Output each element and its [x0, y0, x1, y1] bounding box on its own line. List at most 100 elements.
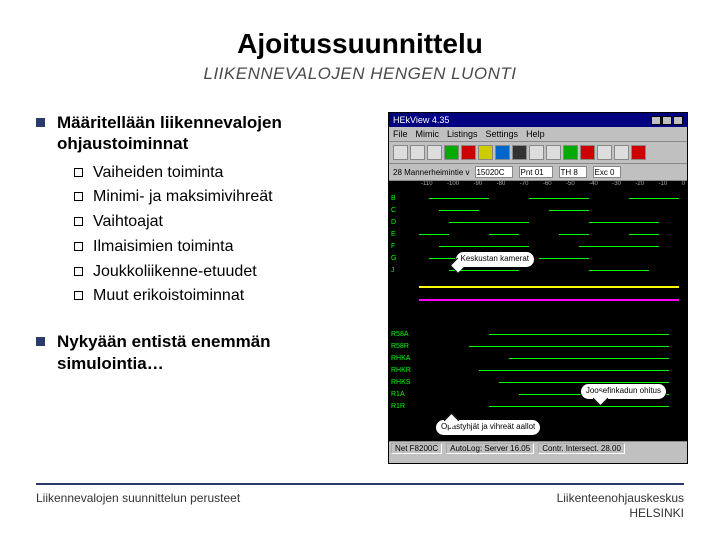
ruler-tick: -70 [520, 181, 529, 191]
app-titlebar: HEkView 4.35 [389, 113, 687, 127]
menu-item[interactable]: Settings [486, 129, 519, 139]
field-label: 28 Mannerheimintie v [393, 168, 469, 177]
row-label: R58A [391, 331, 409, 338]
ruler-tick: -110 [421, 181, 433, 191]
app-inputs-row: 28 Mannerheimintie v [389, 164, 687, 181]
circle-bullet-icon [74, 291, 83, 300]
row-label: E [391, 231, 396, 238]
screenshot-column: HEkView 4.35 File Mimic Listings Setting… [388, 112, 688, 464]
toolbar-button[interactable] [546, 145, 561, 160]
row-label: B [391, 195, 396, 202]
toolbar-button[interactable] [393, 145, 408, 160]
sub-item-label: Joukkoliikenne-etuudet [93, 260, 257, 285]
status-cell: AutoLog: Server 16.05 [446, 443, 534, 454]
app-window: HEkView 4.35 File Mimic Listings Setting… [388, 112, 688, 464]
ruler-tick: 0 [682, 181, 685, 191]
square-bullet-icon [36, 118, 45, 127]
toolbar-button[interactable] [461, 145, 476, 160]
toolbar-button[interactable] [444, 145, 459, 160]
sub-item: Muut erikoistoiminnat [74, 284, 376, 309]
circle-bullet-icon [74, 168, 83, 177]
ruler-tick: -90 [474, 181, 483, 191]
chart-ruler: -110 -100 -90 -80 -70 -60 -50 -40 -30 -2… [419, 181, 687, 191]
status-cell: Net F8200C [391, 443, 442, 454]
sub-item-label: Ilmaisimien toiminta [93, 235, 233, 260]
row-label: D [391, 219, 396, 226]
sub-item-label: Muut erikoistoiminnat [93, 284, 244, 309]
sub-item: Vaihtoajat [74, 210, 376, 235]
toolbar-button[interactable] [529, 145, 544, 160]
bullet-2: Nykyään entistä enemmän simulointia… [36, 331, 376, 374]
slide-footer: Liikennevalojen suunnittelun perusteet L… [36, 483, 684, 520]
ruler-tick: -20 [635, 181, 644, 191]
toolbar-button[interactable] [580, 145, 595, 160]
bullet-1: Määritellään liikennevalojen ohjaustoimi… [36, 112, 376, 309]
sub-item-label: Vaiheiden toiminta [93, 161, 223, 186]
sub-list-1: Vaiheiden toiminta Minimi- ja maksimivih… [36, 161, 376, 310]
bullet-column: Määritellään liikennevalojen ohjaustoimi… [36, 112, 376, 464]
sub-item: Minimi- ja maksimivihreät [74, 185, 376, 210]
toolbar-button[interactable] [495, 145, 510, 160]
footer-right: Liikenteenohjauskeskus HELSINKI [557, 491, 684, 520]
ruler-tick: -80 [497, 181, 506, 191]
square-bullet-icon [36, 337, 45, 346]
slide-subtitle: LIIKENNEVALOJEN HENGEN LUONTI [36, 64, 684, 84]
timing-chart: -110 -100 -90 -80 -70 -60 -50 -40 -30 -2… [389, 181, 687, 441]
ruler-tick: -60 [543, 181, 552, 191]
app-toolbar [389, 142, 687, 164]
bullet-text: Määritellään liikennevalojen ohjaustoimi… [57, 112, 376, 155]
sub-item: Joukkoliikenne-etuudet [74, 260, 376, 285]
row-label: RHKA [391, 355, 410, 362]
app-statusbar: Net F8200C AutoLog: Server 16.05 Contr. … [389, 441, 687, 455]
row-label: F [391, 243, 395, 250]
app-menubar: File Mimic Listings Settings Help [389, 127, 687, 142]
bullet-text: Nykyään entistä enemmän simulointia… [57, 331, 376, 374]
window-buttons [651, 116, 683, 125]
menu-item[interactable]: Mimic [416, 129, 440, 139]
ruler-tick: -100 [447, 181, 459, 191]
menu-item[interactable]: Listings [447, 129, 478, 139]
toolbar-button[interactable] [410, 145, 425, 160]
toolbar-button[interactable] [427, 145, 442, 160]
ruler-tick: -10 [659, 181, 668, 191]
toolbar-button[interactable] [478, 145, 493, 160]
footer-right-line1: Liikenteenohjauskeskus [557, 491, 684, 505]
sub-item-label: Minimi- ja maksimivihreät [93, 185, 273, 210]
row-label: R58R [391, 343, 409, 350]
slide-title: Ajoitussuunnittelu [36, 28, 684, 60]
ruler-tick: -50 [566, 181, 575, 191]
sub-item: Ilmaisimien toiminta [74, 235, 376, 260]
row-label: J [391, 267, 395, 274]
sub-item-label: Vaihtoajat [93, 210, 163, 235]
circle-bullet-icon [74, 217, 83, 226]
footer-divider [36, 483, 684, 485]
field-input[interactable] [475, 166, 513, 178]
row-label: R1R [391, 403, 405, 410]
sub-item: Vaiheiden toiminta [74, 161, 376, 186]
footer-left: Liikennevalojen suunnittelun perusteet [36, 491, 240, 520]
row-label: G [391, 255, 396, 262]
status-cell: Contr. Intersect. 28.00 [538, 443, 625, 454]
callout-1: Keskustan kamerat [455, 251, 535, 268]
toolbar-button[interactable] [512, 145, 527, 160]
row-label: RHKS [391, 379, 410, 386]
toolbar-button[interactable] [597, 145, 612, 160]
field-input[interactable] [559, 166, 587, 178]
toolbar-button[interactable] [631, 145, 646, 160]
ruler-tick: -40 [589, 181, 598, 191]
circle-bullet-icon [74, 267, 83, 276]
field-input[interactable] [519, 166, 553, 178]
menu-item[interactable]: File [393, 129, 408, 139]
toolbar-button[interactable] [563, 145, 578, 160]
row-label: R1A [391, 391, 405, 398]
circle-bullet-icon [74, 192, 83, 201]
app-title-text: HEkView 4.35 [393, 115, 449, 125]
callout-2: Joosefinkadun ohitus [580, 383, 667, 400]
callout-3: Opastyhjät ja vihreät aallot [435, 419, 541, 436]
toolbar-button[interactable] [614, 145, 629, 160]
row-label: RHKR [391, 367, 411, 374]
menu-item[interactable]: Help [526, 129, 545, 139]
ruler-tick: -30 [612, 181, 621, 191]
field-input[interactable] [593, 166, 621, 178]
row-label: C [391, 207, 396, 214]
